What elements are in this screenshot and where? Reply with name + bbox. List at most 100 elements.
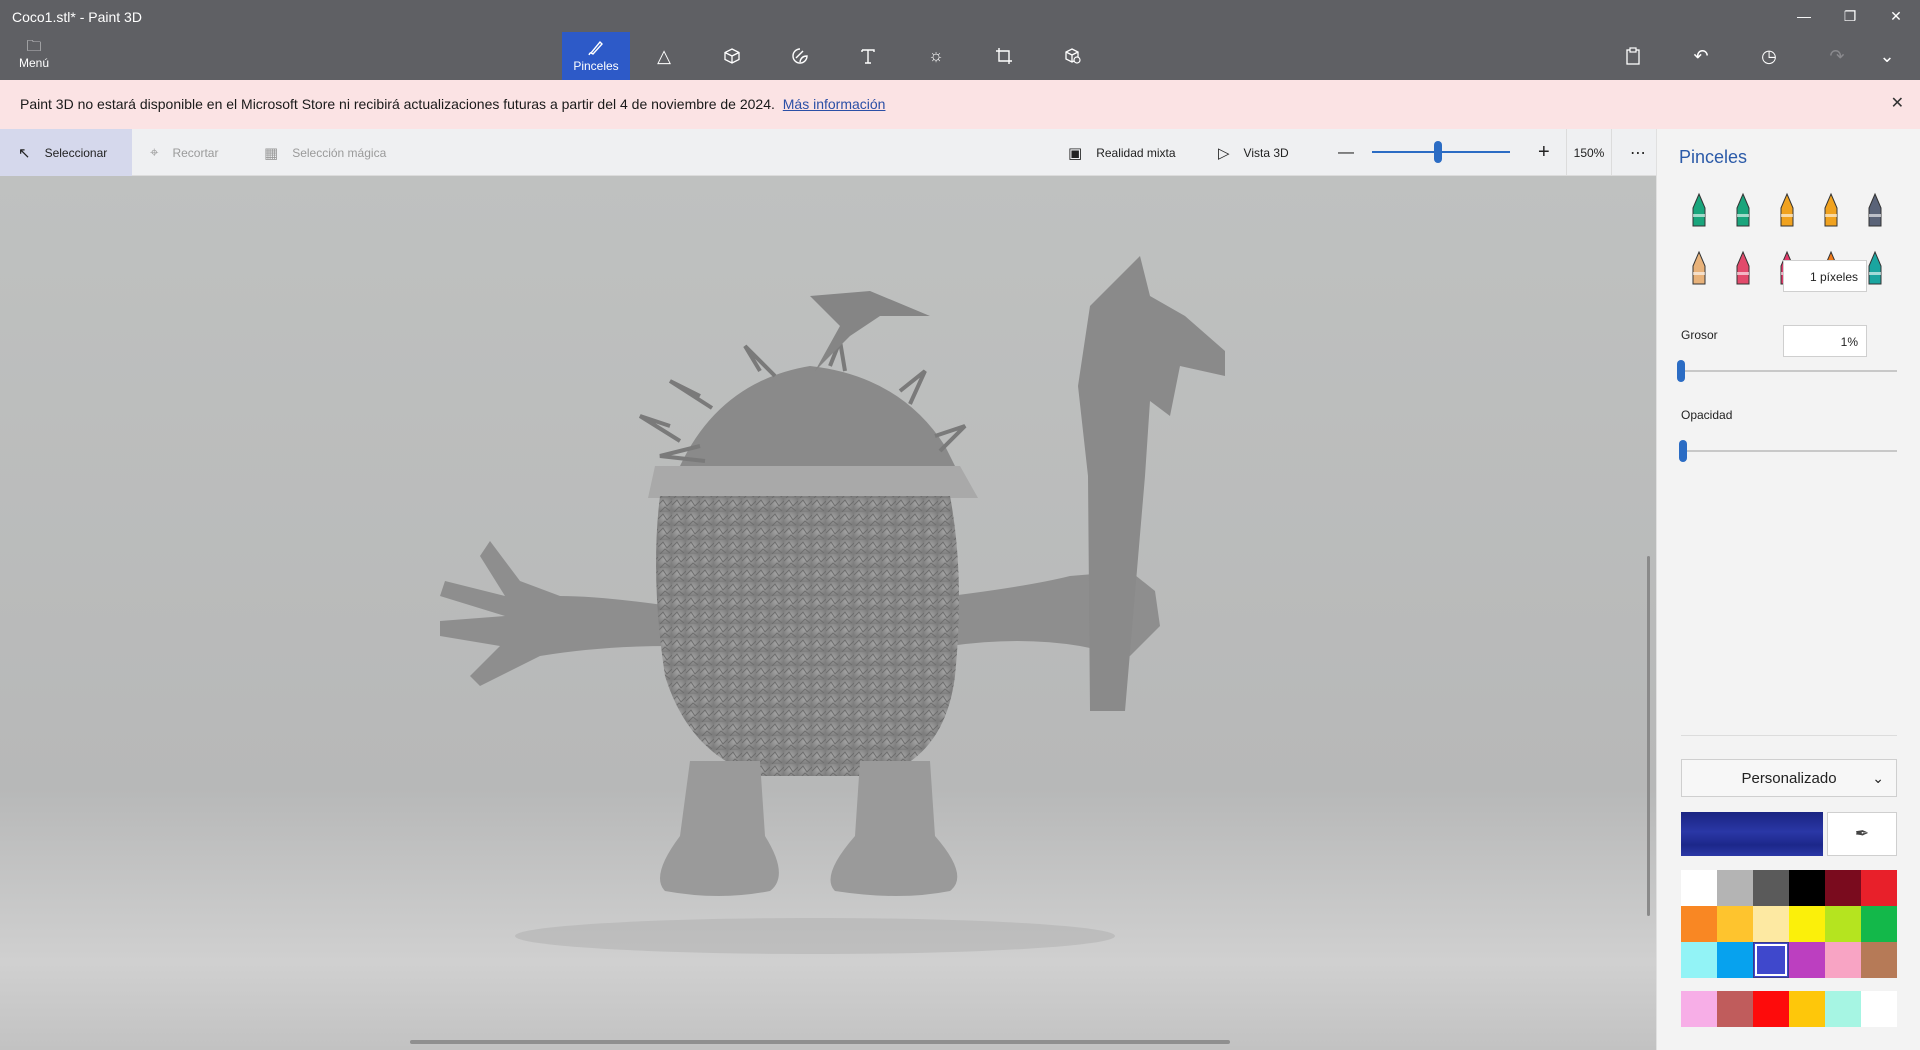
horizontal-scrollbar[interactable] [410, 1040, 1230, 1044]
brushes-panel: Pinceles Grosor 1 píxeles Opacidad 1% Pe… [1656, 129, 1920, 1050]
pixel-pen-icon [1868, 192, 1882, 227]
tab-3d-shapes[interactable] [698, 32, 766, 80]
tab-canvas[interactable] [970, 32, 1038, 80]
brush-pencil[interactable] [1677, 247, 1721, 291]
view-3d-label: Vista 3D [1243, 145, 1289, 160]
palette-swatch[interactable] [1825, 942, 1861, 978]
custom-colors [1681, 991, 1897, 1027]
more-info-link[interactable]: Más información [783, 96, 886, 112]
palette-swatch[interactable] [1753, 906, 1789, 942]
palette-swatch[interactable] [1753, 870, 1789, 906]
minimize-button[interactable]: — [1781, 0, 1827, 32]
text-icon [861, 49, 875, 64]
tab-3d-library[interactable] [1038, 32, 1106, 80]
fill-icon [1868, 250, 1882, 285]
brush-pixel-pen[interactable] [1853, 189, 1897, 233]
custom-color-swatch[interactable] [1681, 991, 1717, 1027]
thickness-slider-track[interactable] [1681, 370, 1897, 372]
brush-marker[interactable] [1677, 189, 1721, 233]
palette-swatch[interactable] [1861, 942, 1897, 978]
custom-color-swatch[interactable] [1789, 991, 1825, 1027]
mixed-reality-icon: ▣ [1068, 144, 1083, 162]
eyedropper-icon: ✒ [1854, 824, 1870, 843]
chevron-down-icon: ⌄ [1872, 769, 1884, 786]
history-button[interactable]: ◷ [1735, 32, 1803, 80]
zoom-in-button[interactable]: + [1520, 129, 1568, 176]
restore-button[interactable]: ❐ [1827, 0, 1873, 32]
magic-select-button[interactable]: ▦ Selección mágica [246, 129, 404, 176]
palette-swatch[interactable] [1825, 906, 1861, 942]
opacity-label: Opacidad [1681, 408, 1733, 422]
current-color-swatch[interactable] [1681, 812, 1823, 856]
palette-swatch[interactable] [1789, 942, 1825, 978]
palette-swatch[interactable] [1717, 870, 1753, 906]
palette-swatch[interactable] [1681, 870, 1717, 906]
paste-button[interactable] [1599, 32, 1667, 80]
menu-button[interactable]: 🗀 Menú [12, 38, 56, 74]
opacity-slider-track[interactable] [1681, 450, 1897, 452]
custom-color-swatch[interactable] [1861, 991, 1897, 1027]
banner-message-row: Paint 3D no estará disponible en el Micr… [20, 96, 885, 112]
palette-swatch[interactable] [1861, 870, 1897, 906]
view-3d-button[interactable]: ▷ Vista 3D [1200, 129, 1307, 176]
brush-oil-brush[interactable] [1765, 189, 1809, 233]
mixed-reality-button[interactable]: ▣ Realidad mixta [1050, 129, 1194, 176]
brush-watercolor[interactable] [1809, 189, 1853, 233]
custom-color-swatch[interactable] [1753, 991, 1789, 1027]
thickness-input[interactable]: 1 píxeles [1783, 260, 1867, 292]
palette-swatch[interactable] [1753, 942, 1789, 978]
crop-label: Recortar [172, 145, 219, 160]
select-button[interactable]: ↖ Seleccionar [0, 129, 132, 176]
thickness-slider-thumb[interactable] [1677, 360, 1685, 382]
palette-swatch[interactable] [1717, 906, 1753, 942]
undo-button[interactable]: ↶ [1667, 32, 1735, 80]
eraser-icon [1736, 250, 1750, 285]
vertical-scrollbar[interactable] [1647, 556, 1650, 916]
crop-button[interactable]: ⌖ Recortar [132, 129, 236, 176]
sun-icon: ☼ [928, 46, 944, 65]
palette-swatch[interactable] [1825, 870, 1861, 906]
palette-swatch[interactable] [1789, 870, 1825, 906]
tab-brushes[interactable]: Pinceles [562, 32, 630, 80]
eyedropper-button[interactable]: ✒ [1827, 812, 1897, 856]
opacity-input[interactable]: 1% [1783, 325, 1867, 357]
tab-stickers[interactable] [766, 32, 834, 80]
paste-icon [1626, 47, 1640, 65]
palette-swatch[interactable] [1861, 906, 1897, 942]
magic-select-icon: ▦ [264, 144, 279, 162]
cube-icon [724, 48, 740, 64]
brush-eraser[interactable] [1721, 247, 1765, 291]
3d-canvas[interactable] [0, 176, 1656, 1050]
palette-swatch[interactable] [1681, 942, 1717, 978]
3d-model-coco [440, 256, 1225, 954]
palette-swatch[interactable] [1717, 942, 1753, 978]
library-3d-icon [1065, 48, 1081, 64]
crop-canvas-icon [996, 48, 1012, 64]
brush-calligraphy-pen[interactable] [1721, 189, 1765, 233]
undo-icon: ↶ [1693, 45, 1709, 66]
plus-icon: + [1538, 141, 1550, 163]
crop-icon: ⌖ [150, 144, 159, 161]
minimize-icon: — [1797, 8, 1811, 24]
opacity-slider-thumb[interactable] [1679, 440, 1688, 462]
calligraphy-pen-icon [1736, 192, 1750, 227]
close-window-button[interactable]: ✕ [1873, 0, 1919, 32]
title-and-ribbon-bar: Coco1.stl* - Paint 3D — ❐ ✕ 🗀 Menú Pince… [0, 0, 1920, 80]
expand-ribbon-button[interactable]: ⌄ [1861, 32, 1913, 80]
zoom-slider-thumb[interactable] [1434, 141, 1443, 163]
zoom-out-button[interactable]: — [1320, 129, 1372, 176]
tab-effects[interactable]: ☼ [902, 32, 970, 80]
tab-2d-shapes[interactable]: △ [630, 32, 698, 80]
banner-close-button[interactable]: ✕ [1891, 93, 1904, 113]
thickness-label: Grosor [1681, 328, 1718, 342]
palette-swatch[interactable] [1681, 906, 1717, 942]
window-title: Coco1.stl* - Paint 3D [12, 9, 142, 25]
palette-swatch[interactable] [1789, 906, 1825, 942]
tab-text[interactable] [834, 32, 902, 80]
custom-color-swatch[interactable] [1825, 991, 1861, 1027]
restore-icon: ❐ [1843, 7, 1857, 24]
pencil-icon [1692, 250, 1706, 285]
custom-color-swatch[interactable] [1717, 991, 1753, 1027]
color-mode-dropdown[interactable]: Personalizado ⌄ [1681, 759, 1897, 797]
zoom-level[interactable]: 150% [1566, 129, 1612, 176]
